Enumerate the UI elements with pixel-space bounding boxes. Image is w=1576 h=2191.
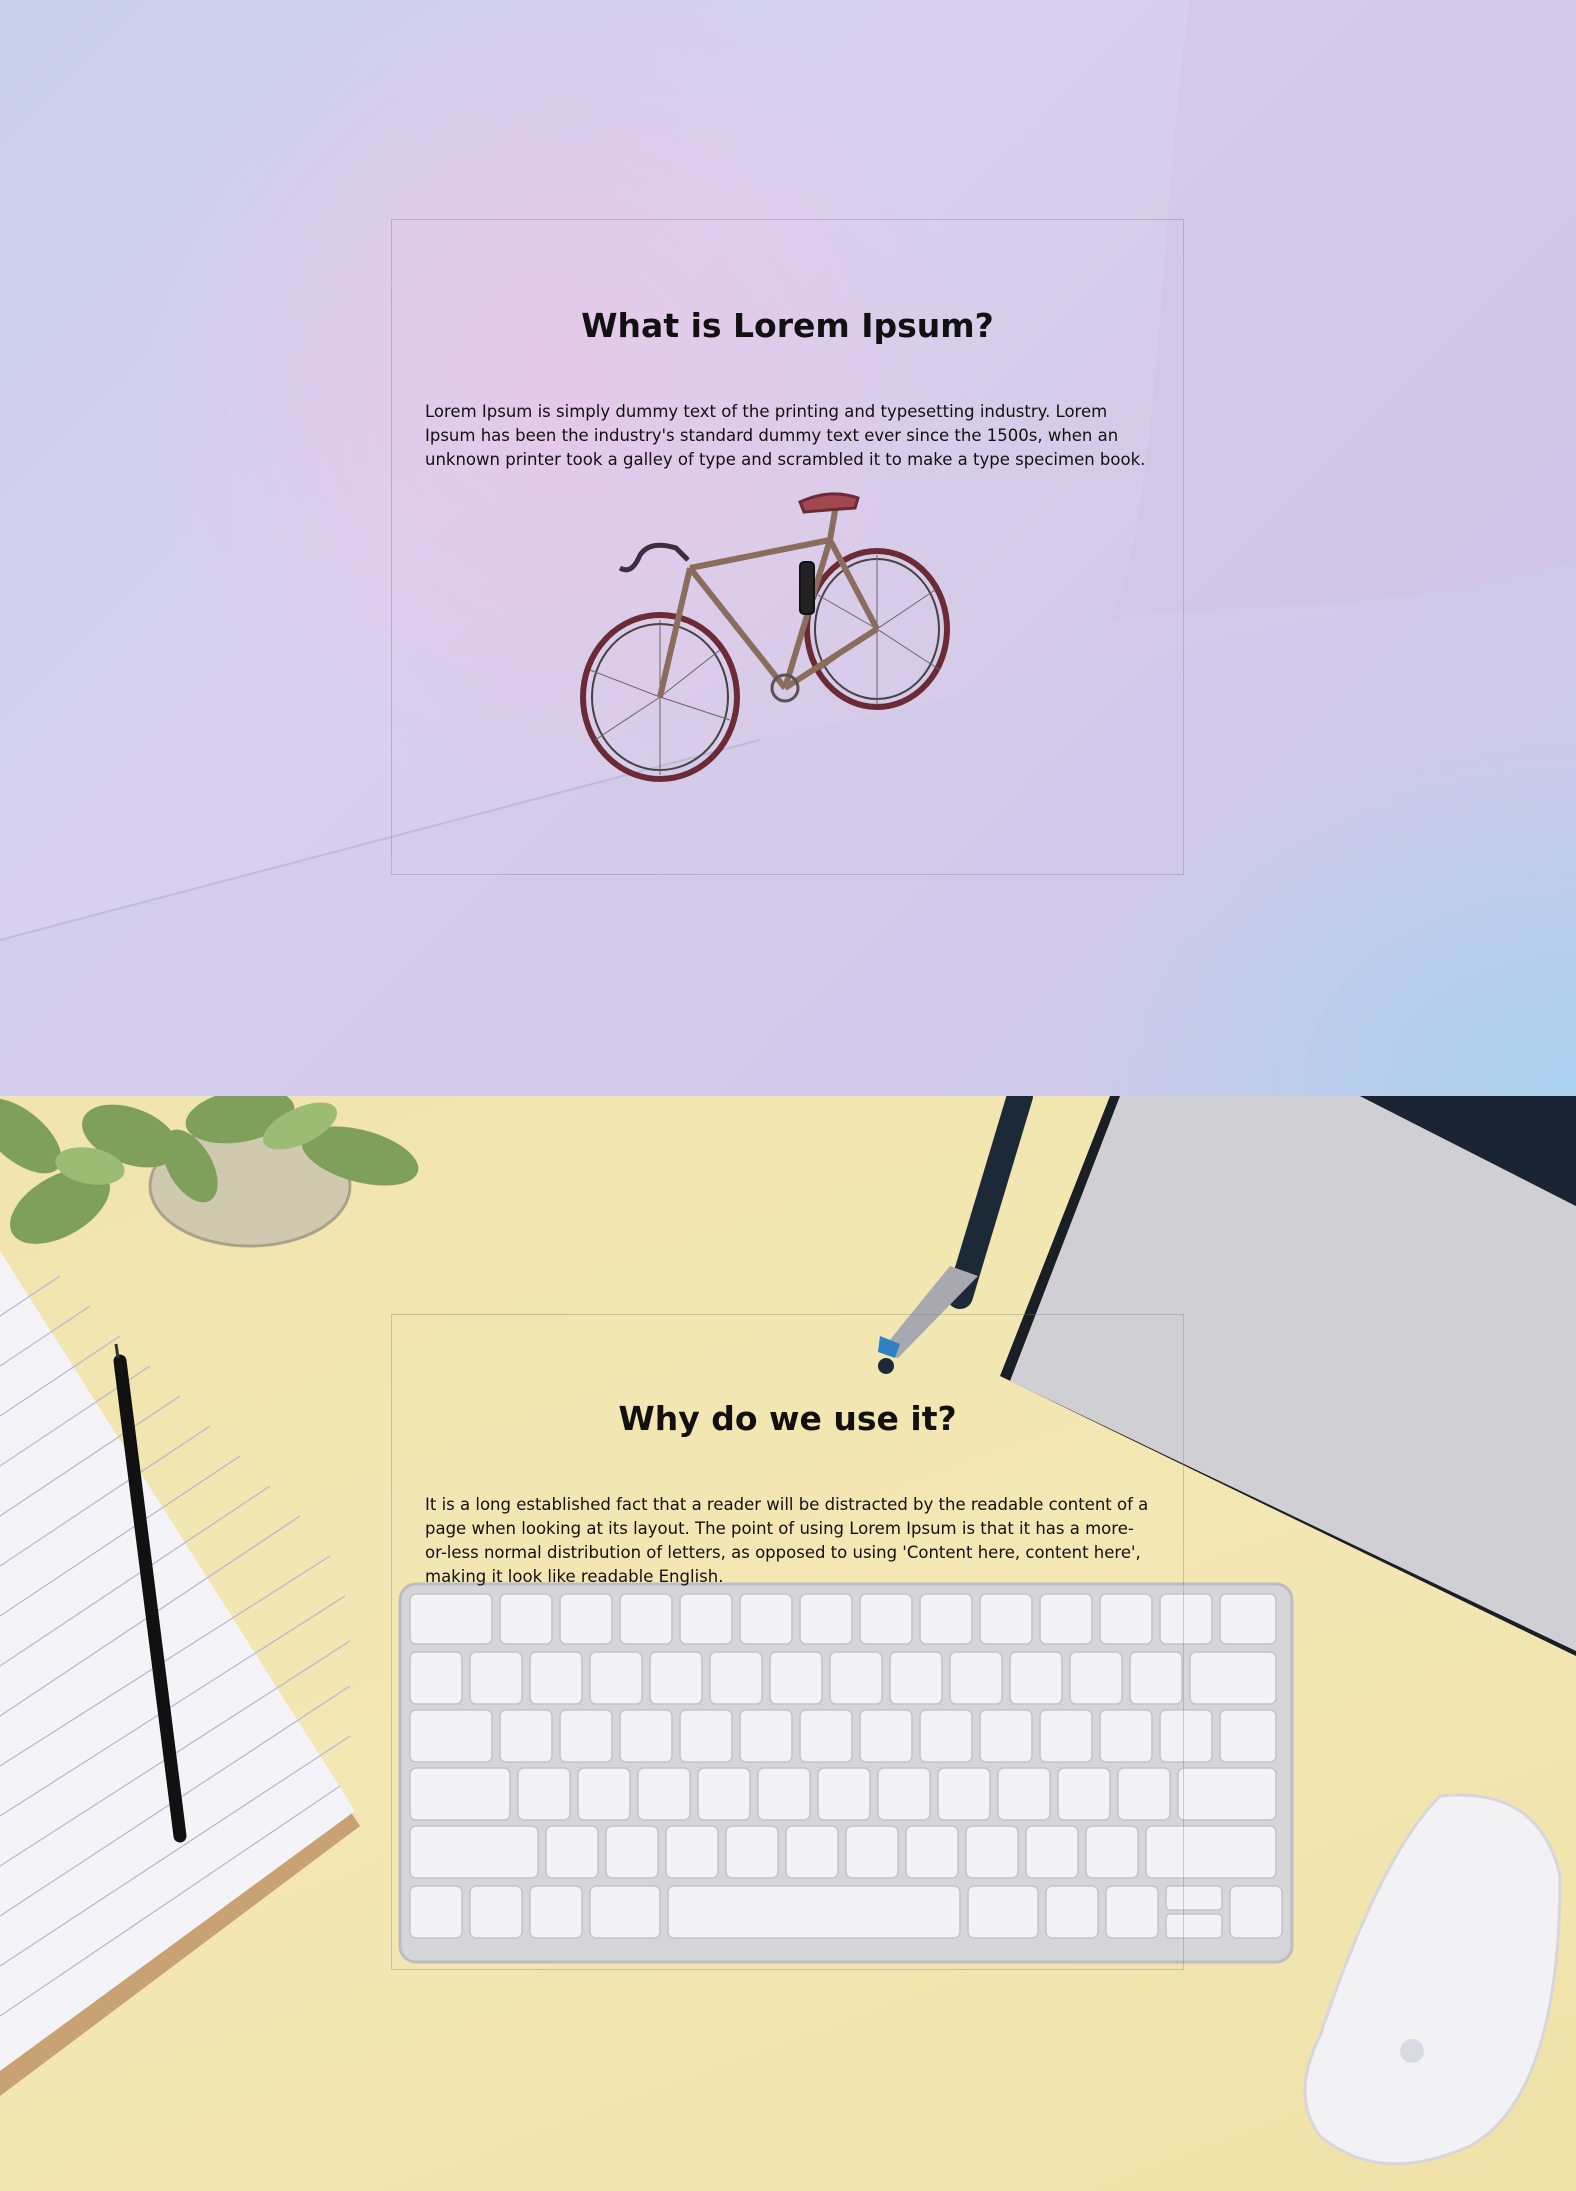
plant-illustration (0, 1096, 419, 1248)
section-heading: Why do we use it? (618, 1399, 957, 1438)
section-heading: What is Lorem Ipsum? (581, 306, 994, 345)
hero-section-bicycle: What is Lorem Ipsum? Lorem Ipsum is simp… (0, 0, 1576, 1096)
section-body-text: It is a long established fact that a rea… (425, 1495, 1149, 1586)
mouse-illustration (1303, 1793, 1562, 2166)
hero-section-desk: Why do we use it? It is a long establish… (0, 1096, 1576, 2191)
content-card: What is Lorem Ipsum? Lorem Ipsum is simp… (391, 219, 1184, 875)
notebook-illustration (0, 1251, 360, 2096)
content-card: Why do we use it? It is a long establish… (391, 1314, 1184, 1970)
section-body-text: Lorem Ipsum is simply dummy text of the … (425, 402, 1146, 469)
